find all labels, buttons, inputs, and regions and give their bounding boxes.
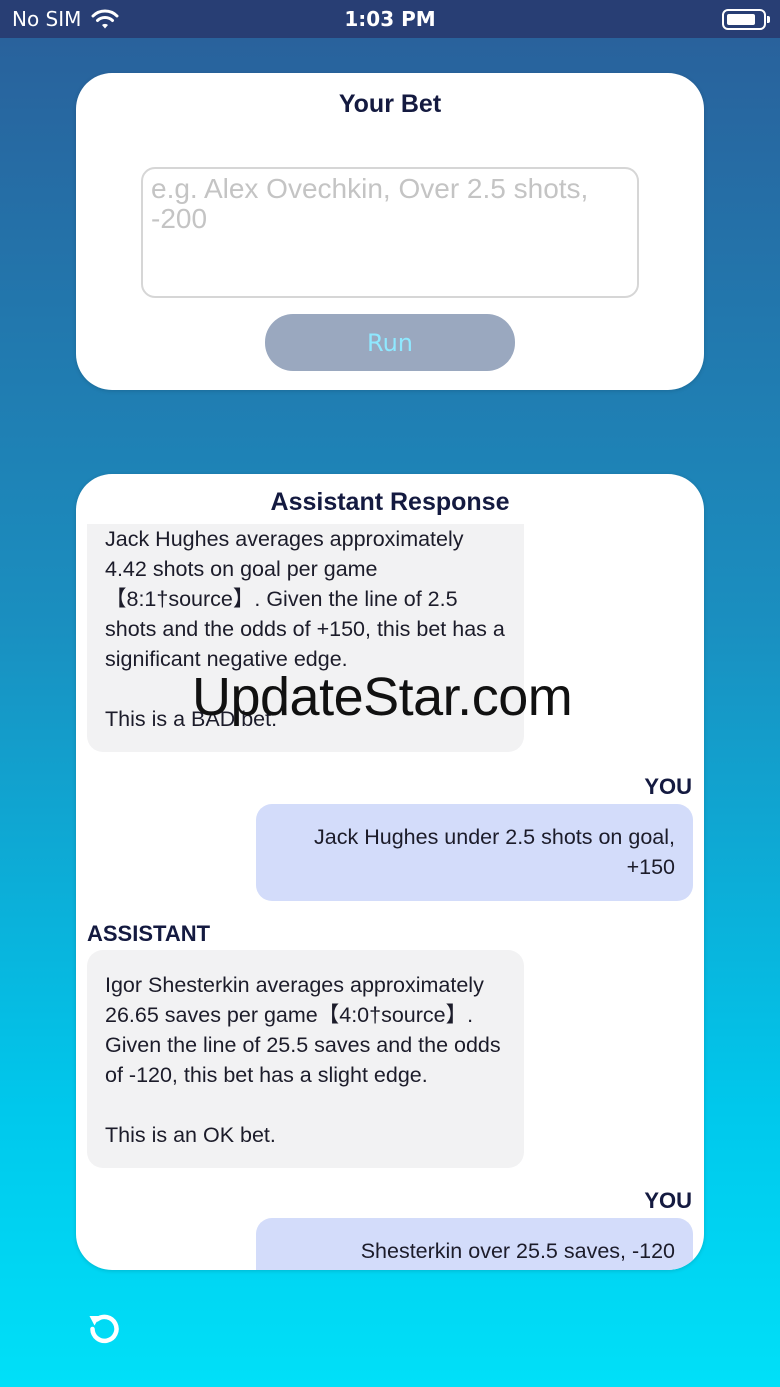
response-card-title: Assistant Response [270,488,510,516]
bet-card: Your Bet Run [76,73,704,390]
message-text: Jack Hughes averages approximately 4.42 … [105,527,505,731]
user-message: Jack Hughes under 2.5 shots on goal, +15… [256,804,693,901]
response-card: Assistant Response Jack Hughes averages … [76,474,704,1270]
message-text: Igor Shesterkin averages approximately 2… [105,973,501,1147]
chat-scroll-area[interactable]: Jack Hughes averages approximately 4.42 … [76,524,704,1270]
message-label-you: YOU [644,774,692,799]
refresh-icon[interactable] [86,1310,122,1346]
user-message: Shesterkin over 25.5 saves, -120 [256,1218,693,1270]
assistant-message: Igor Shesterkin averages approximately 2… [87,950,524,1168]
message-label-assistant: ASSISTANT [87,921,211,946]
run-button[interactable]: Run [265,314,515,371]
status-bar: No SIM 1:03 PM [0,0,780,38]
status-time: 1:03 PM [344,7,436,31]
bet-input[interactable] [141,167,639,298]
message-text: Jack Hughes under 2.5 shots on goal, +15… [314,825,675,879]
assistant-message: Jack Hughes averages approximately 4.42 … [87,524,524,752]
bet-card-title: Your Bet [338,90,442,118]
message-text: Shesterkin over 25.5 saves, -120 [360,1239,675,1263]
message-label-you: YOU [644,1188,692,1213]
battery-icon [722,9,770,30]
